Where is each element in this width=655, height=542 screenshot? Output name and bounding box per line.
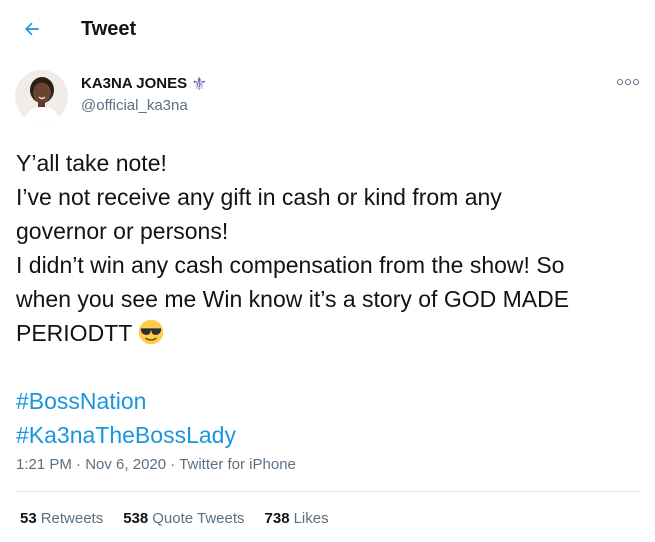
page-title: Tweet — [81, 18, 137, 40]
tweet-source[interactable]: Twitter for iPhone — [179, 456, 296, 473]
hashtag-link[interactable]: #Ka3naTheBossLady — [16, 418, 646, 452]
hashtag-link[interactable]: #BossNation — [16, 384, 646, 418]
tweet-line: Y’all take note! — [16, 150, 167, 176]
tweet-line: governor or persons! — [16, 218, 229, 244]
arrow-left-icon — [25, 22, 39, 36]
tweet-line: I didn’t win any cash compensation from … — [16, 252, 565, 278]
likes-stat[interactable]: 738 Likes — [265, 509, 329, 529]
header: Tweet — [0, 0, 655, 58]
sunglasses-emoji-icon — [139, 319, 164, 345]
tweet-text: Y’all take note! I’ve not receive any gi… — [16, 146, 646, 452]
fleur-de-lis-icon: ⚜ — [191, 74, 208, 94]
tweet-line: PERIODTT — [16, 320, 133, 346]
tweet-line-last: PERIODTT — [16, 316, 646, 350]
tweet-meta: 1:21 PM · Nov 6, 2020 · Twitter for iPho… — [16, 456, 296, 473]
tweet-time[interactable]: 1:21 PM — [16, 456, 72, 473]
retweets-stat[interactable]: 53 Retweets — [20, 509, 103, 529]
more-options-button[interactable] — [617, 79, 639, 85]
avatar[interactable] — [15, 70, 68, 123]
author-name: KA3NA JONES — [81, 75, 188, 92]
tweet-date[interactable]: Nov 6, 2020 — [85, 456, 166, 473]
divider — [16, 491, 639, 492]
avatar-image — [15, 70, 68, 123]
tweet-line: when you see me Win know it’s a story of… — [16, 286, 570, 312]
dot-icon — [625, 79, 631, 85]
quote-tweets-stat[interactable]: 538 Quote Tweets — [123, 509, 244, 529]
tweet-stats: 53 Retweets 538 Quote Tweets 738 Likes — [20, 509, 329, 529]
dot-icon — [633, 79, 639, 85]
tweet-line: I’ve not receive any gift in cash or kin… — [16, 184, 502, 210]
dot-icon — [617, 79, 623, 85]
author-handle[interactable]: @official_ka3na — [81, 96, 188, 116]
display-name[interactable]: KA3NA JONES ⚜ — [81, 74, 207, 94]
back-button[interactable] — [14, 11, 50, 47]
